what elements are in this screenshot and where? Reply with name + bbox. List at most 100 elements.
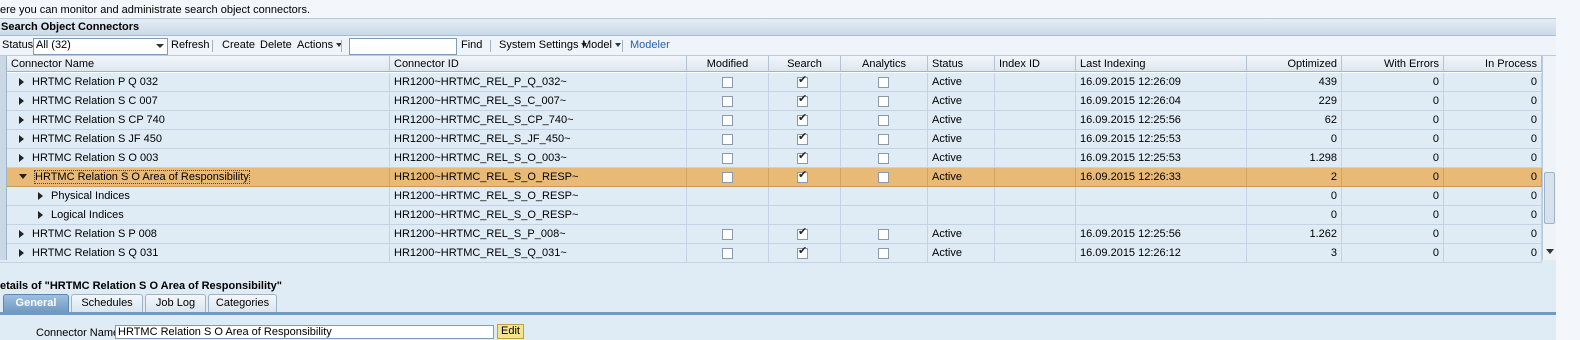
status-select[interactable]: All (32) (33, 38, 168, 55)
modeler-link[interactable]: Modeler (630, 39, 670, 51)
table-row[interactable]: HRTMC Relation S O Area of Responsibilit… (0, 168, 1542, 187)
col-analytics-cell (841, 225, 928, 243)
modified-checkbox[interactable] (722, 248, 733, 259)
analytics-checkbox[interactable] (878, 77, 889, 88)
refresh-button[interactable]: Refresh (171, 39, 210, 51)
table-child-row[interactable]: Physical Indices HR1200~HRTMC_REL_S_O_RES… (0, 187, 1542, 206)
analytics-checkbox[interactable] (878, 248, 889, 259)
col-connector-id-cell: HR1200~HRTMC_REL_S_O_003~ (390, 149, 687, 167)
search-checkbox[interactable]: ✔ (797, 246, 808, 259)
table-child-row[interactable]: Logical Indices HR1200~HRTMC_REL_S_O_RESP… (0, 206, 1542, 225)
row-selector-column[interactable] (0, 56, 7, 260)
analytics-checkbox[interactable] (878, 172, 889, 183)
col-with-errors-cell: 0 (1342, 168, 1444, 186)
expand-arrow-icon[interactable] (19, 230, 24, 238)
search-checkbox[interactable]: ✔ (797, 75, 808, 88)
delete-button[interactable]: Delete (260, 39, 292, 51)
col-index-id-cell (995, 187, 1076, 205)
search-checkbox[interactable]: ✔ (797, 112, 808, 126)
table-row[interactable]: HRTMC Relation P Q 032 HR1200~HRTMC_REL_P… (0, 73, 1542, 92)
expand-arrow-icon[interactable] (19, 154, 24, 162)
col-modified-cell (687, 149, 769, 167)
tab-job-log[interactable]: Job Log (145, 294, 206, 312)
modified-checkbox[interactable] (722, 172, 733, 183)
col-status-cell: Active (928, 225, 995, 243)
search-checkbox[interactable]: ✔ (797, 132, 808, 145)
table-row[interactable]: HRTMC Relation S C 007 HR1200~HRTMC_REL_S… (0, 92, 1542, 111)
table-row[interactable]: HRTMC Relation S JF 450 HR1200~HRTMC_REL_… (0, 130, 1542, 149)
modified-checkbox[interactable] (722, 134, 733, 145)
analytics-checkbox[interactable] (878, 229, 889, 240)
col-search-cell: ✔ (769, 225, 841, 243)
table-row[interactable]: HRTMC Relation S Q 031 HR1200~HRTMC_REL_S… (0, 244, 1542, 263)
col-in-process-header[interactable]: In Process (1444, 56, 1542, 72)
col-analytics-cell (841, 187, 928, 205)
tab-categories[interactable]: Categories (208, 294, 277, 312)
checkmark-icon: ✔ (798, 112, 808, 124)
col-connector-id-cell: HR1200~HRTMC_REL_S_O_RESP~ (390, 206, 687, 224)
col-last-indexing-cell: 16.09.2015 12:26:33 (1076, 168, 1247, 186)
col-with-errors-cell: 0 (1342, 244, 1444, 262)
col-optimized-header[interactable]: Optimized (1247, 56, 1342, 72)
expand-arrow-icon[interactable] (19, 97, 24, 105)
edit-button[interactable]: Edit (497, 324, 524, 339)
search-checkbox[interactable]: ✔ (797, 94, 808, 107)
expand-arrow-icon[interactable] (38, 192, 43, 200)
search-checkbox[interactable]: ✔ (797, 226, 808, 240)
analytics-checkbox[interactable] (878, 96, 889, 107)
col-index-id-header[interactable]: Index ID (995, 56, 1076, 72)
col-optimized-cell: 0 (1247, 187, 1342, 205)
toolbar-separator (622, 40, 623, 52)
col-connector-id-cell: HR1200~HRTMC_REL_S_C_007~ (390, 92, 687, 110)
analytics-checkbox[interactable] (878, 134, 889, 145)
col-last-indexing-cell: 16.09.2015 12:25:56 (1076, 111, 1247, 129)
modified-checkbox[interactable] (722, 229, 733, 240)
expand-arrow-icon[interactable] (19, 116, 24, 124)
scroll-down-icon[interactable] (1544, 246, 1555, 257)
col-analytics-header[interactable]: Analytics (841, 56, 928, 72)
col-last-indexing-header[interactable]: Last Indexing (1076, 56, 1247, 72)
search-checkbox[interactable]: ✔ (797, 170, 808, 183)
connector-name-field[interactable]: HRTMC Relation S O Area of Responsibilit… (115, 325, 494, 339)
table-row[interactable]: HRTMC Relation S P 008 HR1200~HRTMC_REL_S… (0, 225, 1542, 244)
col-in-process-cell: 0 (1444, 206, 1542, 224)
vertical-scrollbar[interactable] (1542, 56, 1556, 260)
checkmark-icon: ✔ (798, 226, 808, 238)
col-optimized-cell: 1.262 (1247, 225, 1342, 243)
search-input[interactable] (349, 38, 457, 55)
col-index-id-cell (995, 206, 1076, 224)
table-row[interactable]: HRTMC Relation S O 003 HR1200~HRTMC_REL_S… (0, 149, 1542, 168)
modified-checkbox[interactable] (722, 77, 733, 88)
connector-name-text: HRTMC Relation S P 008 (32, 228, 157, 240)
col-connector-name-header[interactable]: Connector Name (7, 56, 390, 72)
system-settings-menu[interactable]: System Settings (499, 39, 588, 51)
search-checkbox[interactable]: ✔ (797, 151, 808, 164)
create-button[interactable]: Create (222, 39, 255, 51)
col-search-header[interactable]: Search (769, 56, 841, 72)
tab-schedules[interactable]: Schedules (71, 294, 143, 312)
expand-arrow-icon[interactable] (38, 211, 43, 219)
expand-arrow-icon[interactable] (19, 135, 24, 143)
col-search-cell (769, 187, 841, 205)
col-with-errors-header[interactable]: With Errors (1342, 56, 1444, 72)
table-row[interactable]: HRTMC Relation S CP 740 HR1200~HRTMC_REL_… (0, 111, 1542, 130)
col-connector-id-header[interactable]: Connector ID (390, 56, 687, 72)
tab-general[interactable]: General (3, 294, 69, 312)
expand-arrow-icon[interactable] (19, 78, 24, 86)
analytics-checkbox[interactable] (878, 153, 889, 164)
analytics-checkbox[interactable] (878, 115, 889, 126)
model-menu[interactable]: Model (582, 39, 621, 51)
modified-checkbox[interactable] (722, 115, 733, 126)
col-index-id-cell (995, 111, 1076, 129)
col-status-header[interactable]: Status (928, 56, 995, 72)
col-modified-header[interactable]: Modified (687, 56, 769, 72)
connector-name-text: HRTMC Relation P Q 032 (32, 76, 159, 88)
actions-menu[interactable]: Actions (297, 39, 343, 51)
col-last-indexing-cell: 16.09.2015 12:26:04 (1076, 92, 1247, 110)
find-button[interactable]: Find (461, 39, 482, 51)
collapse-arrow-icon[interactable] (19, 174, 27, 179)
modified-checkbox[interactable] (722, 96, 733, 107)
scrollbar-thumb[interactable] (1544, 172, 1555, 224)
modified-checkbox[interactable] (722, 153, 733, 164)
expand-arrow-icon[interactable] (19, 249, 24, 257)
